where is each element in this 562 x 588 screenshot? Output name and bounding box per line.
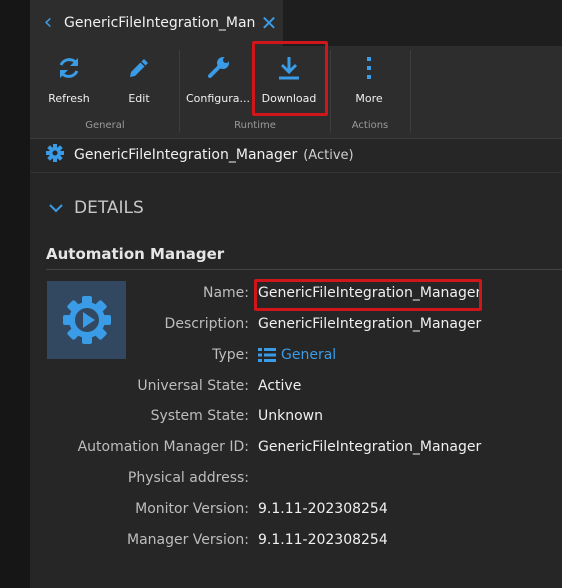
more-vertical-icon — [356, 48, 382, 88]
ribbon-group-general: General — [85, 120, 125, 131]
field-row-monitor-version: Monitor Version: 9.1.11-202308254 — [30, 501, 562, 525]
more-button[interactable]: More — [343, 48, 395, 118]
gear-icon — [46, 144, 64, 166]
refresh-icon — [56, 48, 82, 88]
field-value: Unknown — [258, 408, 323, 424]
close-icon[interactable]: ✕ — [255, 11, 283, 35]
main-panel: Refresh Edit Configura... Download More … — [30, 41, 562, 588]
edit-button[interactable]: Edit — [112, 48, 166, 118]
field-row-type: Type: General — [30, 347, 562, 371]
ribbon-separator — [410, 50, 411, 132]
entity-header: GenericFileIntegration_Manager (Active) — [46, 144, 354, 166]
name-highlight-box — [254, 279, 482, 311]
details-header: DETAILS — [74, 198, 144, 218]
entity-name: GenericFileIntegration_Manager — [74, 147, 298, 163]
field-label: Name: — [202, 285, 249, 301]
type-link[interactable]: General — [258, 347, 336, 363]
field-row-manager-version: Manager Version: 9.1.11-202308254 — [30, 532, 562, 556]
field-label: Automation Manager ID: — [77, 439, 249, 455]
tab-title: GenericFileIntegration_Manager — [64, 15, 255, 31]
field-value: Active — [258, 378, 302, 394]
divider — [30, 172, 562, 173]
ribbon-separator — [330, 50, 331, 132]
section-divider — [46, 269, 562, 270]
list-icon — [258, 348, 276, 362]
details-expander[interactable]: DETAILS — [48, 198, 144, 218]
field-value: GenericFileIntegration_Manager — [258, 439, 482, 455]
field-row-physical-address: Physical address: — [30, 470, 562, 494]
entity-state: (Active) — [303, 147, 354, 163]
left-sidebar — [0, 0, 30, 588]
field-value: 9.1.11-202308254 — [258, 532, 388, 548]
field-value: GenericFileIntegration_Manager — [258, 316, 482, 332]
edit-label: Edit — [128, 92, 150, 105]
type-value: General — [281, 347, 337, 363]
field-row-system-state: System State: Unknown — [30, 408, 562, 432]
field-row-description: Description: GenericFileIntegration_Mana… — [30, 316, 562, 340]
section-title: Automation Manager — [46, 245, 225, 263]
configure-button[interactable]: Configura... — [186, 48, 250, 118]
ribbon-toolbar: Refresh Edit Configura... Download More … — [30, 41, 562, 139]
chevron-down-icon — [49, 204, 63, 213]
field-label: Universal State: — [137, 378, 249, 394]
field-value: 9.1.11-202308254 — [258, 501, 388, 517]
back-arrow-icon[interactable]: ‹ — [36, 0, 60, 46]
pencil-icon — [126, 48, 152, 88]
refresh-button[interactable]: Refresh — [40, 48, 98, 118]
field-label: Description: — [164, 316, 249, 332]
tab-generic-file-integration-manager[interactable]: ‹ GenericFileIntegration_Manager ✕ — [30, 0, 283, 46]
ribbon-group-runtime: Runtime — [234, 120, 276, 131]
ribbon-group-actions: Actions — [351, 120, 389, 131]
download-highlight-box — [252, 41, 328, 116]
field-row-universal-state: Universal State: Active — [30, 378, 562, 402]
field-row-automation-manager-id: Automation Manager ID: GenericFileIntegr… — [30, 439, 562, 463]
wrench-icon — [205, 48, 231, 88]
field-label: System State: — [150, 408, 249, 424]
field-label: Manager Version: — [126, 532, 249, 548]
configure-label: Configura... — [185, 92, 251, 105]
more-label: More — [355, 92, 383, 105]
refresh-label: Refresh — [48, 92, 90, 105]
field-label: Monitor Version: — [135, 501, 249, 517]
field-label: Type: — [212, 347, 249, 363]
field-label: Physical address: — [127, 470, 249, 486]
